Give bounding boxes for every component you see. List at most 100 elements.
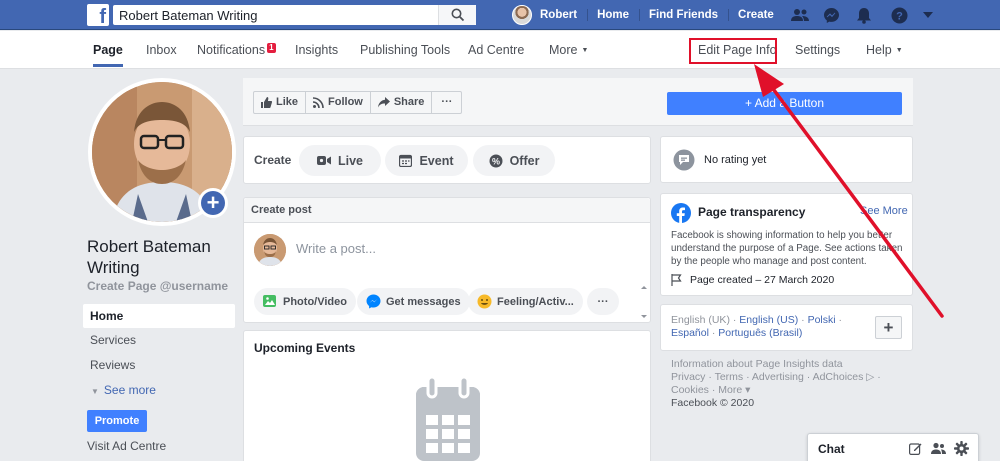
tab-help[interactable]: Help ▼ xyxy=(866,31,903,69)
messenger-icon xyxy=(366,294,381,309)
notification-count-badge: 1 xyxy=(267,43,276,53)
video-camera-icon xyxy=(316,156,331,165)
search-input[interactable] xyxy=(113,5,476,25)
plus-icon: + xyxy=(201,191,225,215)
gear-icon[interactable] xyxy=(954,441,969,456)
language-english-uk: English (UK) xyxy=(671,314,730,326)
follow-label: Follow xyxy=(328,96,363,108)
footer-policy-links[interactable]: Privacy · Terms · Advertising · AdChoice… xyxy=(671,371,903,384)
page-insights-info-link[interactable]: Information about Page Insights data xyxy=(671,358,903,371)
footer-links: Information about Page Insights data Pri… xyxy=(671,358,903,410)
left-nav: Home Services Reviews ▼ See more xyxy=(83,304,235,403)
scrollbar[interactable] xyxy=(640,284,648,320)
compose-icon[interactable] xyxy=(909,442,922,455)
left-nav-reviews[interactable]: Reviews xyxy=(83,353,235,378)
rss-follow-icon xyxy=(313,97,324,108)
post-more-options-button[interactable]: ··· xyxy=(587,288,619,315)
offer-label: Offer xyxy=(509,153,540,168)
like-label: Like xyxy=(276,96,299,108)
chat-label: Chat xyxy=(818,442,845,456)
tab-publishing-tools[interactable]: Publishing Tools xyxy=(360,31,450,69)
add-profile-photo-button[interactable]: + xyxy=(198,188,228,218)
language-espanol-link[interactable]: Español xyxy=(671,327,709,339)
find-friends-link[interactable]: Find Friends xyxy=(639,0,728,30)
language-portugues-link[interactable]: Português (Brasil) xyxy=(718,327,802,339)
copyright-text: Facebook © 2020 xyxy=(671,397,755,409)
create-username-link[interactable]: Create Page @username xyxy=(87,279,228,293)
plus-icon: + xyxy=(883,318,894,337)
left-nav-services[interactable]: Services xyxy=(83,328,235,353)
avatar xyxy=(254,234,286,266)
create-link[interactable]: Create xyxy=(728,0,784,30)
share-button[interactable]: Share xyxy=(371,92,433,113)
tab-help-label: Help xyxy=(866,43,892,57)
friend-requests-icon[interactable] xyxy=(784,0,816,30)
rating-card: No rating yet xyxy=(660,136,913,183)
search-icon xyxy=(451,8,464,22)
help-icon[interactable]: ? xyxy=(884,0,916,30)
offer-percent-icon: % xyxy=(489,154,503,167)
account-menu-chevron-down-icon[interactable] xyxy=(916,0,940,30)
page-transparency-card: Page transparency See More Facebook is s… xyxy=(660,193,913,296)
messenger-icon[interactable] xyxy=(816,0,848,30)
language-polski-link[interactable]: Polski xyxy=(808,314,836,326)
feeling-activity-button[interactable]: Feeling/Activ... xyxy=(468,288,583,315)
get-messages-button[interactable]: Get messages xyxy=(357,288,470,315)
facebook-circle-icon xyxy=(671,203,691,223)
flag-icon xyxy=(671,274,682,286)
group-chat-icon[interactable] xyxy=(931,442,946,455)
page-nav-bar: Page Inbox Notifications 1 Insights Publi… xyxy=(0,31,1000,69)
write-post-input[interactable]: Write a post... xyxy=(296,241,376,256)
photo-video-button[interactable]: Photo/Video xyxy=(254,288,356,315)
profile-link[interactable]: Robert xyxy=(538,0,587,30)
create-event-button[interactable]: Event xyxy=(385,145,468,176)
left-nav-see-more[interactable]: ▼ See more xyxy=(83,378,235,403)
create-live-button[interactable]: Live xyxy=(299,145,381,176)
promote-button[interactable]: Promote xyxy=(87,410,147,432)
tab-inbox[interactable]: Inbox xyxy=(146,31,177,69)
language-english-us-link[interactable]: English (US) xyxy=(739,314,798,326)
page-actions-group: Like Follow Share ··· xyxy=(253,91,463,114)
caret-down-icon: ▼ xyxy=(895,46,903,54)
upcoming-events-title: Upcoming Events xyxy=(254,341,356,355)
languages-card: English (UK) · English (US) · Polski · E… xyxy=(660,304,913,351)
add-language-button[interactable]: + xyxy=(875,316,902,339)
tab-page[interactable]: Page xyxy=(93,31,123,67)
footer-more-links[interactable]: Cookies · More ▾ xyxy=(671,384,903,397)
notifications-bell-icon[interactable] xyxy=(848,0,880,30)
transparency-title: Page transparency xyxy=(698,205,806,219)
left-nav-home[interactable]: Home xyxy=(83,304,235,328)
create-offer-button[interactable]: % Offer xyxy=(473,145,555,176)
feeling-activity-label: Feeling/Activ... xyxy=(497,295,574,308)
chat-bar[interactable]: Chat xyxy=(807,433,979,461)
visit-ad-centre-link[interactable]: Visit Ad Centre xyxy=(87,439,166,453)
more-actions-button[interactable]: ··· xyxy=(432,92,461,113)
tab-notifications[interactable]: Notifications 1 xyxy=(197,31,276,69)
add-a-button-button[interactable]: + Add a Button xyxy=(667,92,902,115)
avatar[interactable] xyxy=(512,5,532,25)
tab-insights[interactable]: Insights xyxy=(295,31,338,69)
see-more-label: See more xyxy=(103,383,156,397)
like-button[interactable]: Like xyxy=(254,92,307,113)
page-created-text: Page created – 27 March 2020 xyxy=(690,274,835,286)
tab-more-label: More xyxy=(549,43,578,57)
page-title[interactable]: Robert Bateman Writing xyxy=(87,236,237,278)
home-link[interactable]: Home xyxy=(587,0,639,30)
share-label: Share xyxy=(393,96,425,108)
photo-icon xyxy=(263,295,276,307)
top-bar: f Robert Home Find Friends Create ? xyxy=(0,0,1000,30)
create-bar: Create Live Event % Offer xyxy=(243,136,651,184)
tab-more[interactable]: More ▼ xyxy=(549,31,588,69)
follow-button[interactable]: Follow xyxy=(306,92,371,113)
tab-notifications-label: Notifications xyxy=(197,43,266,57)
facebook-logo-icon[interactable]: f xyxy=(87,4,109,26)
create-label: Create xyxy=(254,153,292,167)
tab-ad-centre[interactable]: Ad Centre xyxy=(468,31,524,69)
see-more-link[interactable]: See More xyxy=(860,205,908,217)
review-bubble-icon xyxy=(673,149,695,171)
event-label: Event xyxy=(419,153,454,168)
tab-settings[interactable]: Settings xyxy=(795,31,840,69)
search-button[interactable] xyxy=(438,5,476,25)
get-messages-label: Get messages xyxy=(386,295,461,308)
upcoming-events-card: Upcoming Events xyxy=(243,330,651,461)
